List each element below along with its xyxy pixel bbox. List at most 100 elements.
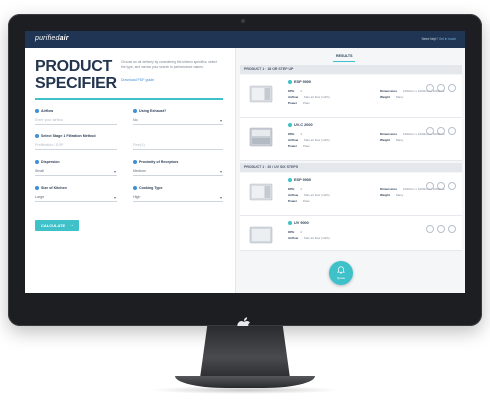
spec-row: Airflow Max air flow (m3/h) [288, 193, 330, 197]
spec-row: Airflow Max air flow (m3/h) [288, 95, 330, 99]
spec-row: Dimensions 1000mm x 1000mm x 1000mm [380, 132, 445, 136]
title-line-1: PRODUCT [35, 58, 113, 75]
spec-row: Dimensions 1000mm x 1000mm x 1000mm [380, 187, 445, 191]
help-link[interactable]: Need help? Get in touch [422, 37, 456, 41]
group-header: PRODUCT 1 · 18 OR STEP UP [240, 65, 462, 74]
help-dot-icon[interactable] [35, 160, 39, 165]
product-image [249, 85, 273, 103]
help-cta[interactable]: Get in touch [439, 37, 456, 41]
status-dot-icon [288, 221, 292, 225]
product-card[interactable]: UV-C 2000 KPH 2 Airflow Max air flow (m3/h… [240, 118, 462, 161]
card-actions [423, 220, 456, 238]
spec-row: Power Pass [288, 101, 310, 105]
product-card[interactable]: ESP 9000 KPH 2 Airflow Max air flow (m3/h)… [240, 75, 462, 118]
screen: purifiedair Need help? Get in touch PROD… [25, 31, 465, 293]
kitchen-size-label: Size of Kitchen [35, 186, 67, 191]
filtration-select[interactable]: Prefiltration / ESP [35, 142, 117, 150]
download-guide-link[interactable]: Download PDF guide [121, 78, 154, 82]
arrow-right-icon: → [69, 222, 74, 228]
tab-underline [333, 61, 355, 62]
product-card[interactable]: UV 9000 KPH 2 Airflow Max air flow (m3/h) [240, 216, 462, 251]
spec-row: Airflow Max air flow (m3/h) [288, 138, 330, 142]
logo-light: purified [35, 35, 60, 42]
logo-bold: air [59, 35, 69, 42]
help-dot-icon[interactable] [133, 109, 137, 114]
product-card[interactable]: ESP 9000 KPH 2 Airflow Max air flow (m3/h)… [240, 173, 462, 216]
specifier-form: PRODUCT SPECIFIER Choose an air delivery… [25, 48, 235, 293]
results-panel: RESULTS PRODUCT 1 · 18 OR STEP UP ESP 90… [235, 48, 465, 293]
proximity-label: Proximity of Receptors [133, 160, 178, 165]
spec-row: KPH 2 [288, 187, 303, 191]
status-dot-icon [288, 123, 292, 127]
dispersion-select[interactable]: Small ▾ [35, 168, 117, 176]
quote-label: Quote [336, 276, 346, 280]
spec-row: Weight Many [380, 193, 404, 197]
chevron-down-icon: ▾ [219, 195, 222, 200]
card-actions [423, 177, 456, 195]
kitchen-size-select[interactable]: Large ▾ [35, 194, 117, 202]
status-dot-icon [288, 80, 292, 84]
help-dot-icon[interactable] [133, 160, 137, 165]
spec-row: Power Pass [288, 144, 310, 148]
monitor-stand [200, 326, 290, 378]
calculate-button[interactable]: CALCULATE → [35, 220, 79, 231]
spec-row: KPH 2 [288, 132, 303, 136]
proximity-select[interactable]: Medium ▾ [133, 168, 223, 176]
tab-results[interactable]: RESULTS [336, 54, 353, 58]
product-name[interactable]: UV-C 2000 [288, 123, 313, 127]
camera [241, 19, 245, 23]
copy-icon[interactable] [437, 225, 445, 233]
spec-row: KPH 2 [288, 89, 303, 93]
title-line-2: SPECIFIER [35, 75, 117, 92]
chevron-down-icon: ▾ [113, 195, 116, 200]
help-dot-icon[interactable] [35, 109, 39, 114]
product-name[interactable]: ESP 9000 [288, 178, 311, 182]
cooking-type-label: Cooking Type [133, 186, 163, 191]
page-title: PRODUCT SPECIFIER [35, 58, 135, 92]
info-icon[interactable] [448, 84, 456, 92]
product-image [249, 226, 273, 244]
spec-row: Weight Many [380, 95, 404, 99]
exhaust-label: Using Exhaust? [133, 109, 166, 114]
product-name[interactable]: UV 9000 [288, 221, 309, 225]
results-tabs: RESULTS [236, 54, 465, 62]
base-shadow [150, 386, 340, 394]
filtration-fine-select[interactable]: Fine(X) [133, 142, 223, 150]
intro-text: Choose an air delivery by considering th… [121, 60, 217, 69]
spec-row: Weight Many [380, 138, 404, 142]
chevron-down-icon: ▾ [113, 169, 116, 174]
info-icon[interactable] [448, 225, 456, 233]
help-prefix: Need help? [421, 37, 438, 41]
spec-row: Dimensions 1000mm x 1000mm x 1000mm [380, 89, 445, 93]
airflow-input[interactable]: Enter your airflow [35, 117, 117, 125]
spec-row: Airflow Max air flow (m3/h) [288, 236, 330, 240]
app-header: purifiedair Need help? Get in touch [25, 31, 465, 48]
help-dot-icon[interactable] [35, 134, 39, 139]
spec-row: Power Pass [288, 199, 310, 203]
exhaust-select[interactable]: No ▾ [133, 117, 223, 125]
divider [35, 98, 223, 100]
chevron-down-icon: ▾ [219, 169, 222, 174]
quote-fab[interactable]: Quote [329, 261, 353, 285]
info-icon[interactable] [448, 182, 456, 190]
help-dot-icon[interactable] [35, 186, 39, 191]
logo[interactable]: purifiedair [35, 35, 69, 42]
cooking-type-select[interactable]: High ▾ [133, 194, 223, 202]
product-image [249, 183, 273, 201]
info-icon[interactable] [448, 127, 456, 135]
chevron-down-icon: ▾ [219, 118, 222, 123]
monitor: purifiedair Need help? Get in touch PROD… [8, 14, 482, 334]
group-header: PRODUCT 1 · 20 / UV SIX STEPS [240, 163, 462, 172]
status-dot-icon [288, 178, 292, 182]
spec-row: KPH 2 [288, 230, 303, 234]
card-actions [423, 79, 456, 97]
card-actions [423, 122, 456, 140]
filtration-label: Select Stage 1 Filtration Method [35, 134, 96, 139]
edit-icon[interactable] [426, 225, 434, 233]
airflow-label: Airflow [35, 109, 53, 114]
product-image [249, 127, 273, 147]
dispersion-label: Dispersion [35, 160, 60, 165]
product-name[interactable]: ESP 9000 [288, 80, 311, 84]
bell-icon [337, 266, 345, 274]
help-dot-icon[interactable] [133, 186, 137, 191]
